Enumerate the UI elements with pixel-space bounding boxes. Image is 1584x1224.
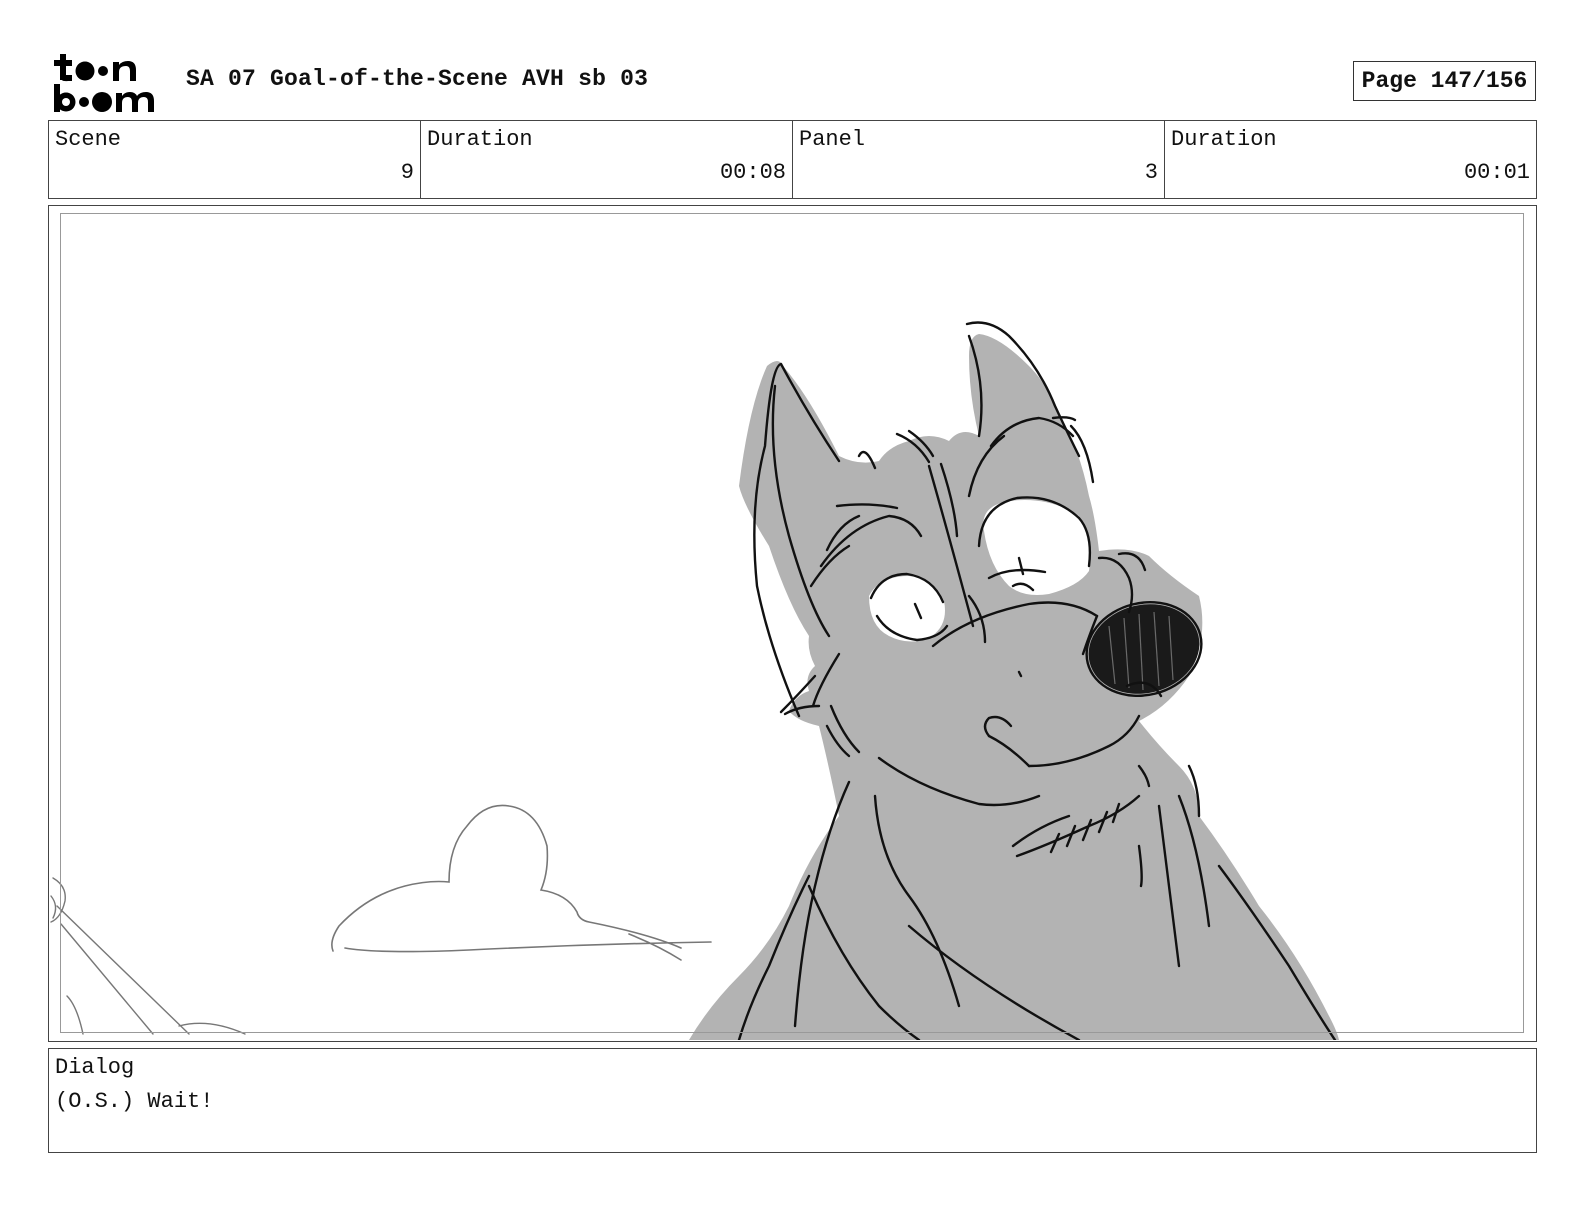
document-title: SA 07 Goal-of-the-Scene AVH sb 03 — [186, 66, 649, 92]
dialog-text: (O.S.) Wait! — [55, 1089, 214, 1114]
storyboard-panel — [48, 205, 1537, 1042]
panel-label: Panel — [799, 127, 866, 152]
scene-duration-value: 00:08 — [719, 160, 786, 185]
scene-duration-label: Duration — [427, 127, 533, 152]
panel-safe-frame — [60, 213, 1524, 1033]
panel-duration-value: 00:01 — [1463, 160, 1530, 185]
panel-duration-cell: Duration 00:01 — [1165, 121, 1536, 198]
scene-cell: Scene 9 — [49, 121, 421, 198]
panel-value: 3 — [1144, 160, 1158, 185]
panel-duration-label: Duration — [1171, 127, 1277, 152]
dialog-label: Dialog — [55, 1055, 135, 1080]
page-indicator: Page 147/156 — [1353, 61, 1536, 101]
scene-label: Scene — [55, 127, 122, 152]
panel-cell: Panel 3 — [793, 121, 1165, 198]
scene-duration-cell: Duration 00:08 — [421, 121, 793, 198]
scene-info-row: Scene 9 Duration 00:08 Panel 3 Duration … — [48, 120, 1537, 199]
toon-boom-logo-icon — [54, 54, 154, 112]
scene-value: 9 — [400, 160, 414, 185]
dialog-box: Dialog (O.S.) Wait! — [48, 1048, 1537, 1153]
